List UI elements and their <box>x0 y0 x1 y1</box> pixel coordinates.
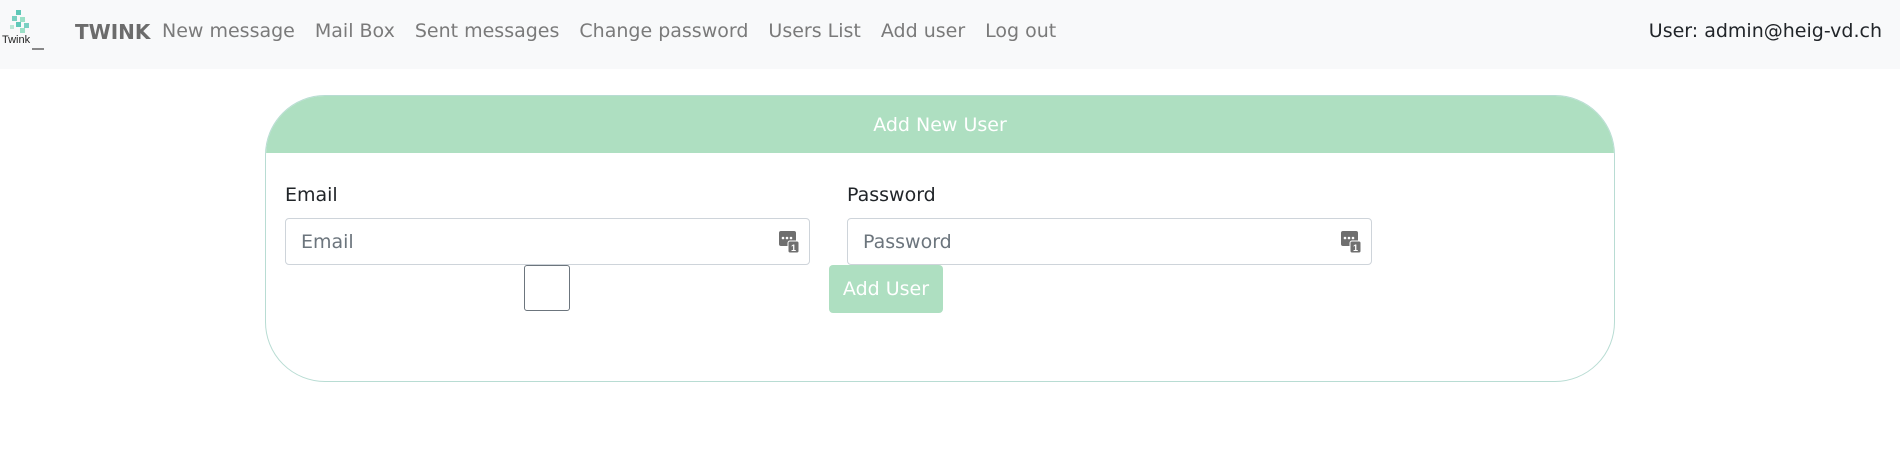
password-input[interactable] <box>848 219 1323 264</box>
navbar: Twink TWINK New message Mail Box Sent me… <box>0 0 1900 69</box>
checkbox[interactable] <box>524 265 570 311</box>
add-user-card: Add New User Email 1 Password 1 Add User <box>265 95 1615 382</box>
user-info: User: admin@heig-vd.ch <box>1648 20 1882 42</box>
twink-logo-icon[interactable] <box>2 8 46 56</box>
nav-add-user[interactable]: Add user <box>881 20 965 42</box>
nav-mail-box[interactable]: Mail Box <box>315 20 395 42</box>
nav-sent-messages[interactable]: Sent messages <box>415 20 560 42</box>
card-header: Add New User <box>266 96 1614 153</box>
card-title: Add New User <box>873 113 1007 136</box>
email-field-wrapper: 1 <box>285 218 810 265</box>
svg-text:1: 1 <box>791 243 796 253</box>
nav-change-password[interactable]: Change password <box>579 20 748 42</box>
nav-new-message[interactable]: New message <box>162 20 295 42</box>
password-manager-icon[interactable]: 1 <box>779 231 799 253</box>
svg-text:1: 1 <box>1353 243 1358 253</box>
nav-log-out[interactable]: Log out <box>985 20 1056 42</box>
password-label: Password <box>847 184 936 206</box>
brand-link[interactable]: TWINK <box>75 20 150 44</box>
add-user-button[interactable]: Add User <box>829 265 943 313</box>
logo-text: Twink <box>2 34 31 46</box>
nav-links: New message Mail Box Sent messages Chang… <box>162 20 1076 42</box>
nav-users-list[interactable]: Users List <box>768 20 860 42</box>
password-field-wrapper: 1 <box>847 218 1372 265</box>
email-input[interactable] <box>286 219 761 264</box>
password-manager-icon[interactable]: 1 <box>1341 231 1361 253</box>
email-label: Email <box>285 184 338 206</box>
